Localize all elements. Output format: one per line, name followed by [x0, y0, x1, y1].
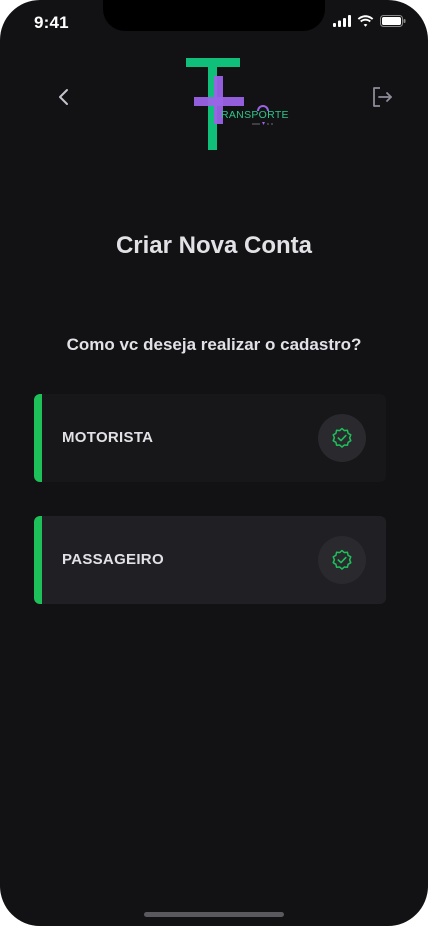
check-badge: [318, 414, 366, 462]
cellular-signal-icon: [333, 15, 351, 27]
badge-check-icon: [332, 549, 352, 570]
device-notch: [103, 0, 325, 31]
page-title: Criar Nova Conta: [115, 232, 313, 259]
logo-wordmark: RANSPORTE: [221, 109, 289, 121]
logout-button[interactable]: [370, 85, 394, 109]
option-label: MOTORISTA: [62, 429, 154, 446]
logo-tagline-mark: [252, 122, 273, 125]
home-indicator[interactable]: [144, 912, 284, 917]
status-time: 9:41: [34, 13, 69, 32]
sign-out-icon: [373, 87, 392, 107]
badge-check-icon: [332, 427, 352, 448]
registration-question: Como vc deseja realizar o cadastro?: [66, 335, 362, 354]
option-accent-bar: [34, 394, 42, 482]
wifi-icon: [357, 15, 374, 27]
chevron-left-icon: [59, 89, 68, 105]
option-label: PASSAGEIRO: [62, 551, 164, 568]
back-button[interactable]: [52, 85, 76, 109]
option-passageiro[interactable]: PASSAGEIRO: [34, 516, 386, 604]
status-icons: [333, 15, 406, 27]
phone-screen: 9:41 RANSPORTE Criar Nova Conta Como vc …: [0, 0, 428, 926]
check-badge: [318, 536, 366, 584]
app-logo: RANSPORTE: [184, 56, 289, 152]
option-accent-bar: [34, 516, 42, 604]
option-motorista[interactable]: MOTORISTA: [34, 394, 386, 482]
battery-icon: [380, 15, 406, 27]
